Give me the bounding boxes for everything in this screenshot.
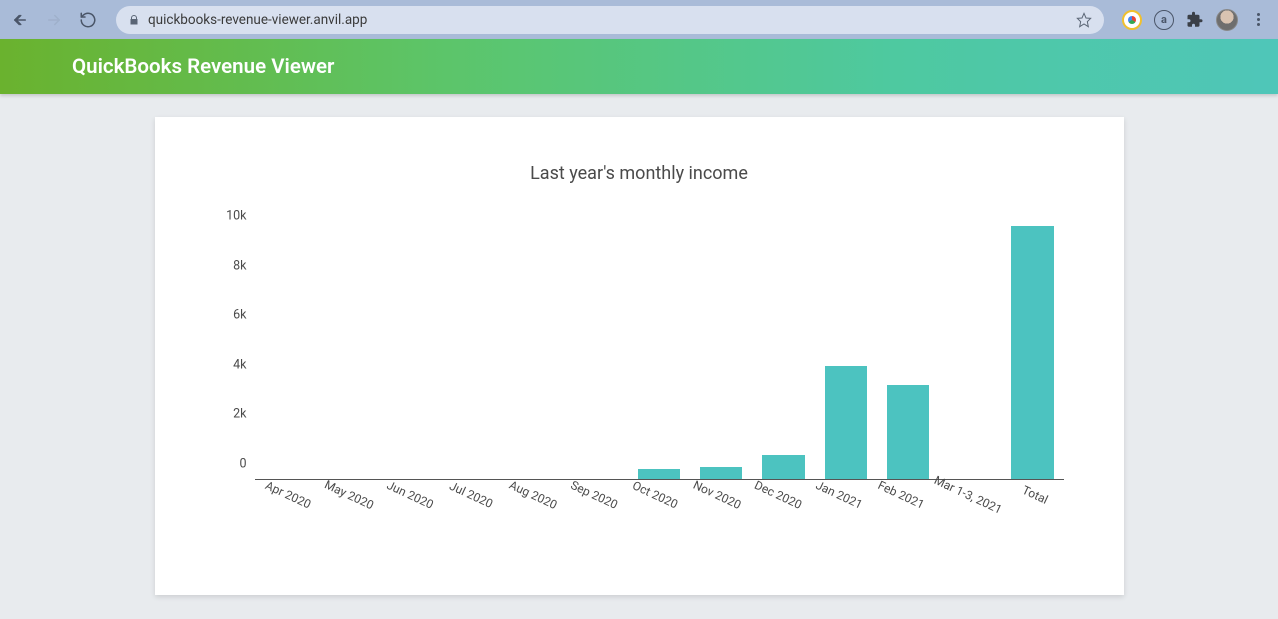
y-tick-label: 2k (203, 407, 247, 422)
app-title: QuickBooks Revenue Viewer (72, 55, 334, 79)
x-tick-label: Aug 2020 (502, 476, 563, 515)
back-button[interactable] (6, 6, 34, 34)
bar-slot (752, 220, 814, 479)
bar-slot (690, 220, 752, 479)
chart-card: Last year's monthly income 02k4k6k8k10k … (155, 117, 1124, 595)
extension-icon-1[interactable] (1122, 10, 1142, 30)
bar-slot (1001, 220, 1063, 479)
bar[interactable] (825, 366, 867, 479)
address-bar-url: quickbooks-revenue-viewer.anvil.app (148, 12, 1068, 28)
browser-right-controls: a (1114, 9, 1272, 31)
bar-slot (255, 220, 317, 479)
chart-title: Last year's monthly income (195, 163, 1084, 184)
star-icon[interactable] (1076, 12, 1092, 28)
y-tick-label: 4k (203, 357, 247, 372)
extension-icon-2[interactable]: a (1154, 10, 1174, 30)
y-tick-label: 8k (203, 258, 247, 273)
x-tick-label: Sep 2020 (563, 476, 624, 515)
x-tick-label: May 2020 (318, 476, 379, 515)
bar[interactable] (762, 455, 804, 479)
y-tick-label: 0 (203, 457, 247, 472)
chart-bars (255, 220, 1064, 479)
chart-plot: 02k4k6k8k10k (255, 220, 1064, 480)
x-tick-label: Jul 2020 (441, 476, 502, 515)
forward-button[interactable] (40, 6, 68, 34)
profile-avatar[interactable] (1216, 9, 1238, 31)
address-bar[interactable]: quickbooks-revenue-viewer.anvil.app (116, 6, 1104, 34)
x-tick-label: Apr 2020 (257, 476, 318, 515)
x-tick-label: Dec 2020 (747, 476, 808, 515)
bar-slot (815, 220, 877, 479)
chart-x-axis: Apr 2020May 2020Jun 2020Jul 2020Aug 2020… (255, 486, 1064, 500)
bar-slot (566, 220, 628, 479)
x-tick-label: Feb 2021 (870, 476, 931, 515)
x-tick-label: Jun 2020 (380, 476, 441, 515)
lock-icon (128, 14, 140, 26)
extensions-icon[interactable] (1186, 11, 1204, 29)
bar-slot (317, 220, 379, 479)
bar[interactable] (887, 385, 929, 479)
bar-slot (379, 220, 441, 479)
bar-slot (877, 220, 939, 479)
chrome-menu-button[interactable] (1250, 13, 1266, 26)
app-header: QuickBooks Revenue Viewer (0, 39, 1278, 94)
bar[interactable] (700, 467, 742, 479)
chart-area[interactable]: 02k4k6k8k10k Apr 2020May 2020Jun 2020Jul… (255, 220, 1064, 514)
x-tick-label: Nov 2020 (686, 476, 747, 515)
page-body: Last year's monthly income 02k4k6k8k10k … (0, 94, 1278, 595)
y-tick-label: 6k (203, 308, 247, 323)
y-tick-label: 10k (203, 209, 247, 224)
bar[interactable] (638, 469, 680, 479)
bar-slot (939, 220, 1001, 479)
bar-slot (628, 220, 690, 479)
bar-slot (441, 220, 503, 479)
x-tick-label: Total (1005, 476, 1066, 515)
x-tick-label: Jan 2021 (809, 476, 870, 515)
browser-toolbar: quickbooks-revenue-viewer.anvil.app a (0, 0, 1278, 39)
bar-slot (503, 220, 565, 479)
reload-button[interactable] (74, 6, 102, 34)
bar[interactable] (1011, 226, 1053, 479)
x-tick-label: Oct 2020 (625, 476, 686, 515)
